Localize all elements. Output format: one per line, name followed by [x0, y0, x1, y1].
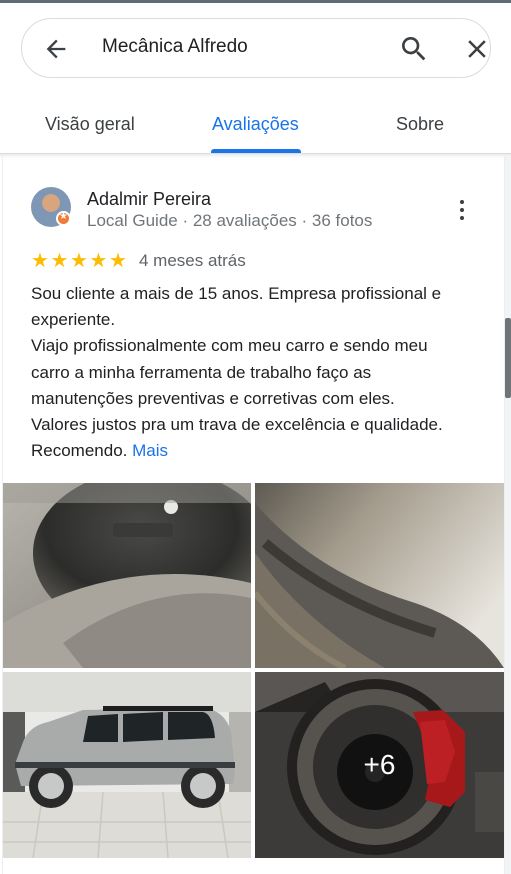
star-icon: ★ — [89, 248, 108, 272]
reviewer-meta: Local Guide · 28 avaliações · 36 fotos — [87, 211, 373, 230]
scrollbar-thumb[interactable] — [505, 318, 511, 398]
tab-reviews[interactable]: Avaliações — [212, 114, 299, 135]
tabs-shadow — [0, 154, 511, 158]
search-bar[interactable]: Mecânica Alfredo — [21, 18, 491, 78]
star-icon: ★ — [70, 248, 88, 272]
review-photo[interactable]: +6 — [255, 672, 504, 858]
review-body: Sou cliente a mais de 15 anos. Empresa p… — [31, 284, 443, 461]
top-strip — [0, 0, 511, 3]
close-icon[interactable] — [462, 34, 492, 64]
more-options-icon[interactable] — [452, 196, 472, 224]
brake-disc-photo — [3, 483, 251, 668]
review-text: Sou cliente a mais de 15 anos. Empresa p… — [31, 281, 491, 464]
suv-photo — [3, 672, 251, 858]
review-photo[interactable] — [3, 483, 251, 668]
local-guide-badge-icon — [56, 211, 71, 226]
more-photos-count[interactable]: +6 — [255, 672, 504, 858]
star-icon: ★ — [109, 248, 127, 272]
more-link[interactable]: Mais — [132, 441, 168, 460]
star-icon: ★ — [31, 248, 49, 272]
tab-about[interactable]: Sobre — [396, 114, 444, 135]
tab-overview[interactable]: Visão geral — [45, 114, 135, 135]
back-arrow-icon[interactable] — [42, 35, 70, 63]
hose-photo — [255, 483, 504, 668]
search-icon[interactable] — [398, 33, 430, 65]
review-date: 4 meses atrás — [139, 251, 246, 270]
tab-bar: Visão geral Avaliações Sobre — [0, 100, 511, 154]
scrollbar-track[interactable] — [505, 156, 511, 874]
star-icon: ★ — [50, 248, 69, 272]
review-photo[interactable] — [255, 483, 504, 668]
search-query[interactable]: Mecânica Alfredo — [102, 36, 248, 58]
review-photo[interactable] — [3, 672, 251, 858]
reviewer-name[interactable]: Adalmir Pereira — [87, 189, 211, 210]
